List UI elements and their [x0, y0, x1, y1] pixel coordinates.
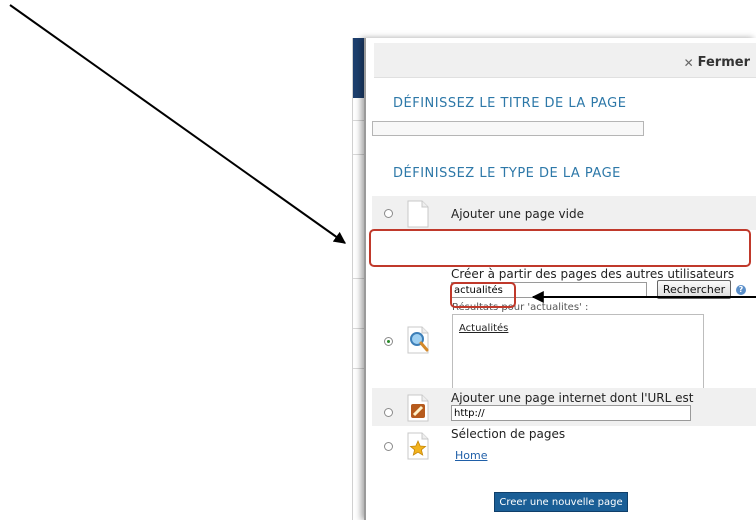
help-icon[interactable]: ? — [736, 285, 746, 295]
url-input[interactable] — [451, 405, 691, 421]
pencil-page-icon — [407, 394, 429, 422]
page-type-heading: DÉFINISSEZ LE TYPE DE LA PAGE — [393, 166, 621, 181]
page-title-heading: DÉFINISSEZ LE TITRE DE LA PAGE — [393, 96, 627, 111]
option-page-selection[interactable]: Sélection de pages Home — [372, 426, 756, 468]
modal-header: ✕ Fermer — [374, 43, 756, 78]
option-blank-page-label: Ajouter une page vide — [451, 207, 584, 221]
option-from-users-label: Créer à partir des pages des autres util… — [451, 267, 735, 281]
highlight-box-result — [450, 282, 516, 308]
search-button[interactable]: Rechercher — [657, 280, 731, 299]
home-link[interactable]: Home — [455, 449, 487, 462]
magnifier-page-icon — [407, 326, 429, 354]
radio-blank-page[interactable] — [384, 209, 393, 218]
page-title-input[interactable] — [372, 121, 644, 136]
create-page-button[interactable]: Creer une nouvelle page — [494, 492, 628, 512]
create-page-modal: ✕ Fermer DÉFINISSEZ LE TITRE DE LA PAGE … — [364, 38, 756, 520]
option-url-label: Ajouter une page internet dont l'URL est — [451, 391, 694, 405]
close-label: Fermer — [697, 55, 750, 70]
option-selection-label: Sélection de pages — [451, 427, 566, 441]
radio-page-selection[interactable] — [384, 442, 393, 451]
highlight-box-from-users — [369, 229, 751, 267]
blank-page-icon — [407, 200, 429, 228]
result-link[interactable]: Actualités — [459, 323, 508, 334]
star-page-icon — [407, 432, 429, 460]
option-url-page[interactable]: Ajouter une page internet dont l'URL est — [372, 388, 756, 426]
arrow-to-from-users — [9, 4, 346, 244]
option-blank-page[interactable]: Ajouter une page vide — [372, 196, 756, 232]
radio-from-users[interactable] — [384, 337, 393, 346]
close-icon: ✕ — [683, 55, 694, 70]
close-button[interactable]: ✕ Fermer — [684, 55, 750, 70]
radio-url-page[interactable] — [384, 408, 393, 417]
